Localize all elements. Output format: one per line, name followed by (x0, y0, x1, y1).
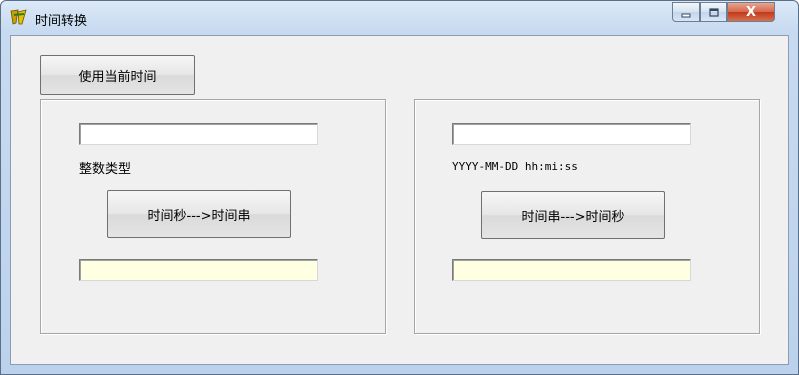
integer-type-label: 整数类型 (79, 162, 132, 177)
title-bar[interactable]: 时间转换 X (1, 1, 798, 35)
minimize-icon (680, 3, 692, 22)
app-icon (9, 7, 29, 27)
close-icon: X (745, 4, 757, 20)
seconds-output-field[interactable] (452, 259, 691, 281)
client-area: 使用当前时间 整数类型 时间秒--->时间串 YYYY-MM-DD hh:mi:… (10, 35, 789, 365)
maximize-button[interactable] (700, 2, 727, 22)
string-input[interactable] (452, 123, 691, 145)
minimize-button[interactable] (672, 2, 700, 22)
string-output-field[interactable] (79, 259, 318, 281)
right-groupbox: YYYY-MM-DD hh:mi:ss 时间串--->时间秒 (414, 99, 760, 334)
app-window: 时间转换 X 使用当前时间 整数类型 时间秒--->时间串 YYYY-MM-DD… (0, 0, 799, 375)
datetime-format-label: YYYY-MM-DD hh:mi:ss (452, 160, 578, 173)
close-button[interactable]: X (727, 2, 775, 22)
maximize-icon (708, 3, 720, 22)
window-title: 时间转换 (35, 14, 88, 29)
seconds-to-string-button[interactable]: 时间秒--->时间串 (107, 190, 291, 238)
seconds-input[interactable] (79, 123, 318, 145)
left-groupbox: 整数类型 时间秒--->时间串 (40, 99, 386, 334)
use-current-time-button[interactable]: 使用当前时间 (40, 55, 195, 95)
string-to-seconds-button[interactable]: 时间串--->时间秒 (481, 191, 665, 239)
